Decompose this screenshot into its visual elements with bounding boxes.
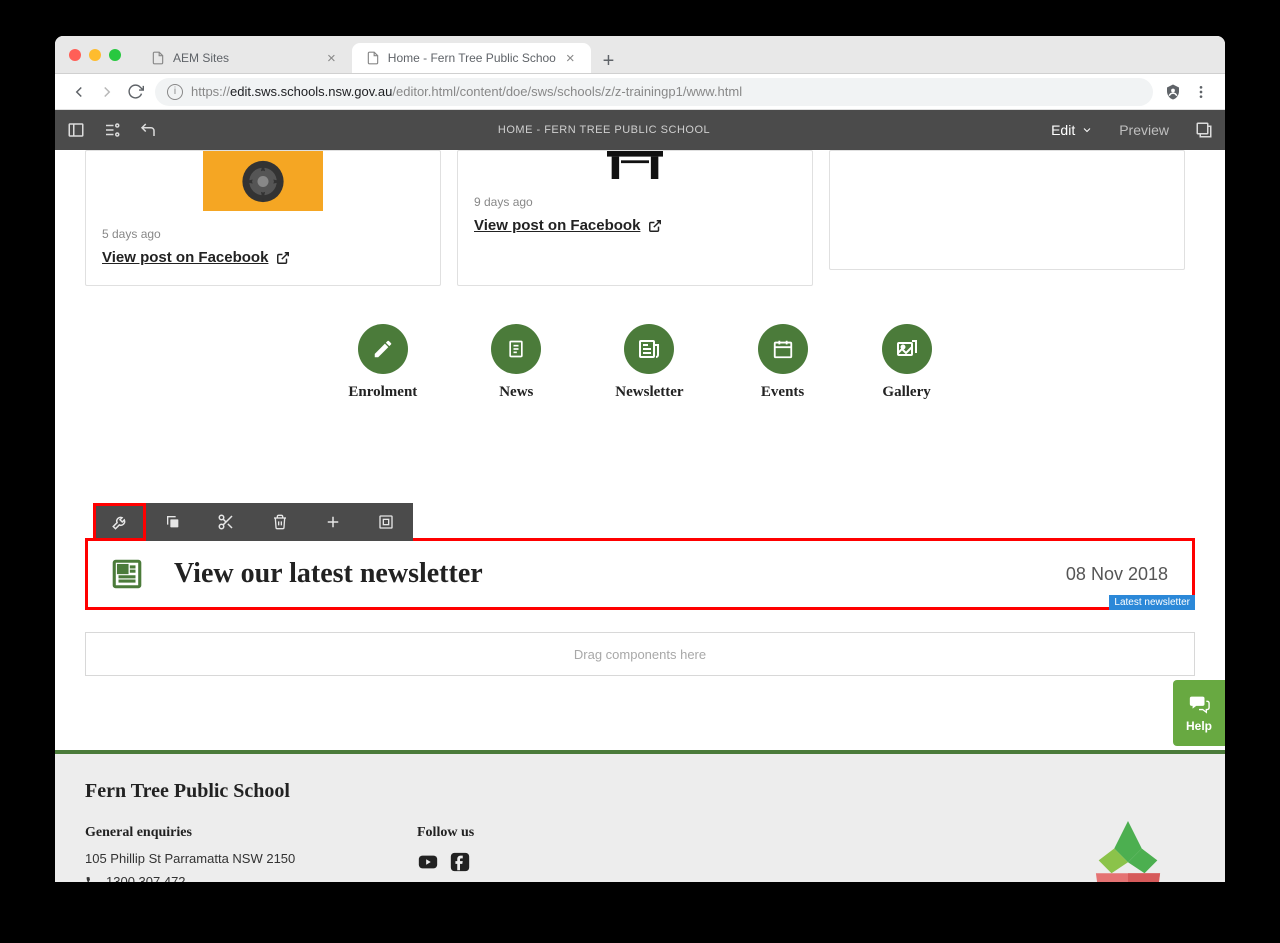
page-title: HOME - FERN TREE PUBLIC SCHOOL [157,124,1051,136]
scissors-icon [217,513,235,531]
pencil-icon [372,338,394,360]
quicklink-label: Newsletter [615,384,683,401]
wrench-icon [111,513,129,531]
post-image [203,151,323,211]
minimize-window-icon[interactable] [89,49,101,61]
enquiries-heading: General enquiries [85,825,417,841]
reload-button[interactable] [121,78,149,106]
footer-address: 105 Phillip St Parramatta NSW 2150 [85,851,417,866]
quicklink-enrolment[interactable]: Enrolment [348,324,417,401]
newsletter-date: 08 Nov 2018 [1066,564,1168,585]
titlebar: AEM Sites × Home - Fern Tree Public Scho… [55,36,1225,74]
cut-button[interactable] [200,503,253,541]
favicon-icon [151,51,165,65]
copy-icon [165,514,181,530]
footer-phone: 1300 307 472 [85,874,417,882]
site-info-icon[interactable]: i [167,84,183,100]
link-text: View post on Facebook [474,217,640,234]
image-icon [895,337,919,361]
help-label: Help [1186,719,1212,733]
group-icon [378,514,394,530]
maximize-window-icon[interactable] [109,49,121,61]
follow-heading: Follow us [417,825,474,841]
quicklink-label: News [499,384,533,401]
quicklink-newsletter[interactable]: Newsletter [615,324,683,401]
back-button[interactable] [65,78,93,106]
post-image [474,151,796,179]
youtube-icon[interactable] [417,851,439,873]
profile-icon[interactable] [1159,78,1187,106]
component-tag: Latest newsletter [1109,595,1195,610]
link-text: View post on Facebook [102,249,268,266]
newspaper-icon [110,557,144,591]
delete-button[interactable] [253,503,306,541]
facebook-card[interactable]: 5 days ago View post on Facebook [85,150,441,286]
quicklink-news[interactable]: News [491,324,541,401]
address-bar-row: i https://edit.sws.schools.nsw.gov.au/ed… [55,74,1225,110]
help-button[interactable]: Help [1173,680,1225,746]
side-panel-icon[interactable] [67,121,85,139]
mode-dropdown[interactable]: Edit [1051,122,1093,138]
configure-button[interactable] [93,503,146,541]
copy-button[interactable] [146,503,199,541]
quicklink-label: Gallery [882,384,930,401]
external-link-icon [648,219,662,233]
newsletter-component[interactable]: View our latest newsletter 08 Nov 2018 L… [85,538,1195,610]
quicklinks-row: Enrolment News Newsletter Events Gallery [55,324,1225,401]
insert-button[interactable] [306,503,359,541]
newsletter-title: View our latest newsletter [174,558,1066,590]
close-window-icon[interactable] [69,49,81,61]
trash-icon [272,514,288,530]
chevron-down-icon [1081,124,1093,136]
annotate-icon[interactable] [1195,121,1213,139]
facebook-icon[interactable] [449,851,471,873]
phone-text: 1300 307 472 [106,874,186,882]
newspaper-icon [637,337,661,361]
view-post-link[interactable]: View post on Facebook [474,217,662,234]
parent-button[interactable] [360,503,413,541]
calendar-icon [772,338,794,360]
url-text: https://edit.sws.schools.nsw.gov.au/edit… [191,84,742,99]
facebook-card[interactable]: 9 days ago View post on Facebook [457,150,813,286]
facebook-card[interactable] [829,150,1185,270]
preview-button[interactable]: Preview [1119,122,1169,138]
undo-icon[interactable] [139,121,157,139]
favicon-icon [366,51,380,65]
quicklink-gallery[interactable]: Gallery [882,324,932,401]
new-tab-button[interactable]: + [591,50,627,73]
school-logo [1073,816,1183,882]
component-toolbar [93,503,413,541]
quicklink-label: Events [761,384,804,401]
chat-icon [1187,693,1211,715]
browser-tab-1[interactable]: AEM Sites × [137,43,352,73]
close-tab-icon[interactable]: × [564,50,577,67]
editor-toolbar: HOME - FERN TREE PUBLIC SCHOOL Edit Prev… [55,110,1225,150]
tab-title: AEM Sites [173,51,229,65]
dropzone-text: Drag components here [574,647,706,662]
external-link-icon [276,251,290,265]
post-age: 9 days ago [474,195,796,209]
address-bar[interactable]: i https://edit.sws.schools.nsw.gov.au/ed… [155,78,1153,106]
browser-menu-icon[interactable] [1187,78,1215,106]
forward-button[interactable] [93,78,121,106]
footer: Fern Tree Public School General enquirie… [55,754,1225,882]
browser-tab-2[interactable]: Home - Fern Tree Public Schoo × [352,43,591,73]
doc-icon [506,339,526,359]
plus-icon [324,513,342,531]
phone-icon [85,875,98,882]
mode-label: Edit [1051,122,1075,138]
quicklink-events[interactable]: Events [758,324,808,401]
drop-zone[interactable]: Drag components here [85,632,1195,676]
view-post-link[interactable]: View post on Facebook [102,249,290,266]
footer-school-name: Fern Tree Public School [85,780,1195,803]
page-info-icon[interactable] [103,121,121,139]
post-age: 5 days ago [102,227,424,241]
tab-title: Home - Fern Tree Public Schoo [388,51,556,65]
quicklink-label: Enrolment [348,384,417,401]
close-tab-icon[interactable]: × [325,50,338,67]
window-controls [69,49,121,61]
